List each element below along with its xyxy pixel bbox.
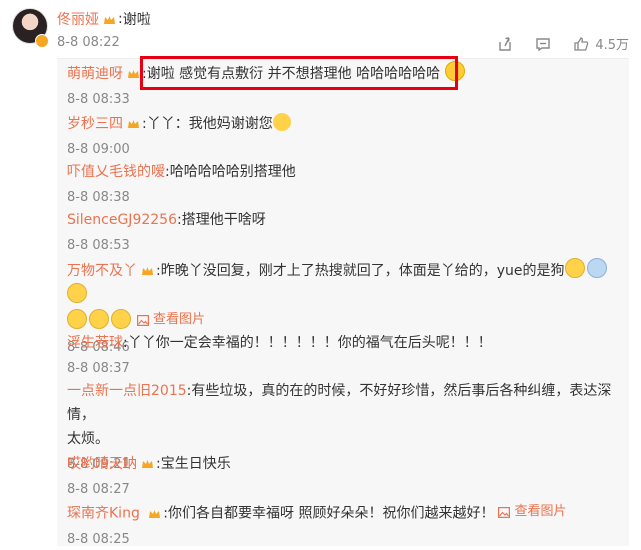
post-content: 谢啦 [122, 12, 151, 28]
post-actions: 4.5万 [497, 34, 629, 53]
sob-emoji-icon [586, 258, 607, 278]
verified-badge-icon [35, 34, 49, 48]
post-time: 8-8 08:22 [57, 35, 120, 50]
reply-text: 丫丫：我他妈谢谢您 [146, 116, 273, 132]
like-count: 4.5万 [595, 38, 629, 53]
crown-icon [128, 120, 139, 128]
image-icon [137, 314, 149, 326]
list-item: SilenceGJ92256:搭理他干啥呀 8-8 08:53 [67, 208, 619, 256]
cry-emoji-icon [111, 308, 131, 329]
reply-text: 哈哈哈哈哈别搭理他 [169, 164, 296, 180]
cry-emoji-icon [564, 258, 585, 278]
reply-author[interactable]: 吓值乂毛钱的嗳 [67, 164, 165, 180]
reply-time: 8-8 09:00 [67, 142, 130, 157]
list-item: 哎哟晴天呐:宝生日快乐 8-8 08:27 [67, 452, 619, 500]
post-author[interactable]: 佟丽娅 [57, 9, 99, 29]
share-button[interactable] [497, 36, 513, 52]
list-item: 岁秒三四:丫丫：我他妈谢谢您 8-8 09:00 [67, 112, 619, 160]
crown-icon [149, 509, 161, 518]
crown-icon [104, 16, 115, 24]
reply-time: 8-8 08:38 [67, 190, 130, 205]
reply-author[interactable]: 万物不及丫 [67, 263, 137, 279]
comment-button[interactable] [535, 36, 551, 52]
reply-author[interactable]: 岁秒三四 [67, 116, 123, 132]
reply-author[interactable]: 浮生若球 [67, 335, 123, 351]
view-image-link[interactable]: 查看图片 [137, 308, 205, 332]
reply-text: 丫丫你一定会幸福的！！！！！！你的福气在后头呢！！！ [127, 335, 492, 351]
reply-text: 搭理他干啥呀 [181, 212, 266, 228]
cry-emoji-icon [89, 308, 109, 329]
smile-emoji-icon [272, 113, 291, 131]
reply-author[interactable]: 哎哟晴天呐 [67, 456, 137, 472]
reply-time: 8-8 08:33 [67, 92, 130, 107]
image-icon [498, 506, 511, 518]
highlight-box [140, 56, 458, 90]
reply-time: 8-8 08:37 [67, 361, 130, 376]
list-item: 吓值乂毛钱的嗳:哈哈哈哈哈别搭理他 8-8 08:38 [67, 160, 619, 208]
reply-author[interactable]: 一点新一点旧2015 [67, 383, 187, 399]
reply-time: 8-8 08:25 [67, 531, 130, 547]
list-item: 浮生若球:丫丫你一定会幸福的！！！！！！你的福气在后头呢！！！ 8-8 08:3… [67, 331, 619, 379]
view-image-link[interactable]: 查看图片 [498, 500, 566, 524]
comment-icon [536, 37, 551, 51]
reply-text-continued: 太烦。 [67, 431, 109, 447]
reply-time: 8-8 08:53 [67, 238, 130, 253]
reply-author[interactable]: 萌萌迪呀 [67, 66, 123, 82]
crown-icon [128, 70, 139, 78]
cry-emoji-icon [67, 283, 87, 303]
thumbs-up-icon [574, 36, 589, 51]
reply-list: 萌萌迪呀:谢啦 感觉有点敷衍 并不想搭理他 哈哈哈哈哈哈 8-8 08:33 岁… [57, 58, 629, 547]
reply-author[interactable]: 琛南齐King [67, 506, 140, 522]
reply-text: 宝生日快乐 [160, 456, 231, 472]
reply-author[interactable]: SilenceGJ92256 [67, 212, 177, 228]
reply-time: 8-8 08:27 [67, 482, 130, 497]
crown-icon [142, 267, 153, 275]
list-item: 琛南齐King :你们各自都要幸福呀 照顾好朵朵！祝你们越来越好！ 查看图片 8-… [67, 500, 619, 550]
share-icon [499, 36, 512, 51]
like-button[interactable]: 4.5万 [573, 34, 629, 53]
crown-icon [142, 460, 153, 468]
reply-text: 你们各自都要幸福呀 照顾好朵朵！祝你们越来越好！ [168, 505, 495, 522]
cry-emoji-icon [67, 308, 87, 329]
reply-text: 昨晚丫没回复，刚才上了热搜就回了，体面是丫给的，yue的是狗 [160, 263, 565, 279]
post-header: 佟丽娅 : 谢啦 [57, 9, 151, 29]
